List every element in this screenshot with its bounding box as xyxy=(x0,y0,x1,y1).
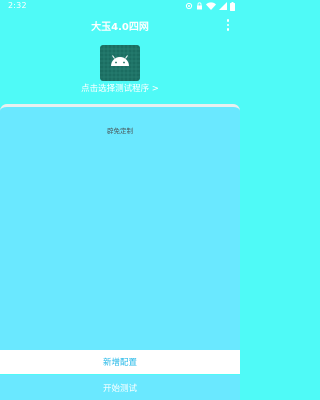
app-bar: 大玉4.0四网 xyxy=(0,12,240,42)
add-config-button[interactable]: 新增配置 xyxy=(0,350,240,374)
signal-icon xyxy=(219,2,227,10)
start-test-button[interactable]: 开始测试 xyxy=(0,375,240,400)
app-title: 大玉4.0四网 xyxy=(91,22,149,33)
settings-icon xyxy=(185,2,193,10)
status-bar: 2:32 xyxy=(0,0,240,12)
status-icons xyxy=(185,1,235,11)
config-label: 辟免定制 xyxy=(107,127,133,135)
select-program-link[interactable]: 点击选择测试程序 > xyxy=(0,82,240,94)
more-vert-icon[interactable] xyxy=(224,18,232,32)
lock-icon xyxy=(197,2,202,10)
android-icon[interactable] xyxy=(100,45,140,81)
status-time: 2:32 xyxy=(8,1,27,10)
battery-icon xyxy=(230,1,235,11)
wifi-icon xyxy=(206,2,216,10)
config-card: 辟免定制 xyxy=(0,104,240,350)
